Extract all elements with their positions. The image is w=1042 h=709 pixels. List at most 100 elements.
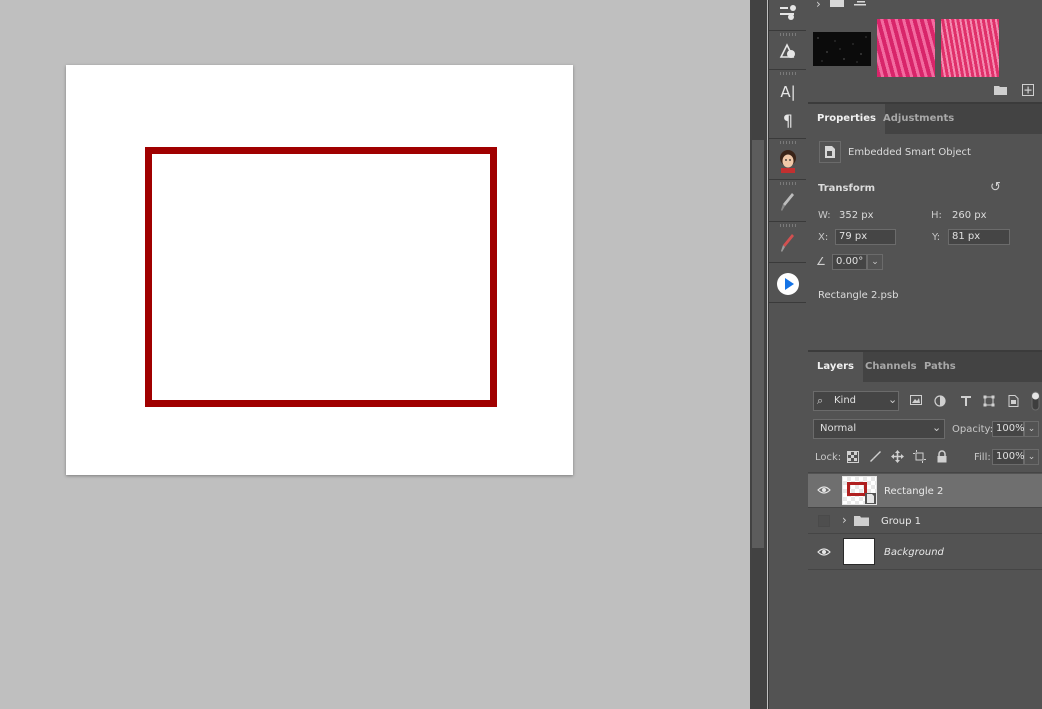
dock-divider xyxy=(769,138,806,139)
expand-group-chevron-icon[interactable]: › xyxy=(842,513,847,527)
fill-dropdown-button[interactable]: ⌄ xyxy=(1024,449,1039,465)
smart-object-badge-icon xyxy=(865,493,876,504)
eye-icon[interactable] xyxy=(816,546,832,560)
chevron-down-icon: ⌄ xyxy=(932,421,941,434)
new-group-icon[interactable] xyxy=(994,85,1007,95)
tab-layers[interactable]: Layers xyxy=(808,352,863,382)
rectangle-2-shape[interactable] xyxy=(145,147,497,407)
pattern-swatch-pink-2[interactable] xyxy=(941,19,999,77)
reset-transform-icon[interactable]: ↺ xyxy=(990,180,1001,195)
paragraph-panel-icon[interactable]: ¶ xyxy=(774,106,802,134)
layer-thumbnail-rectangle-2[interactable] xyxy=(842,476,877,505)
layers-tab-bar: Layers Channels Paths xyxy=(808,352,1042,382)
brush-preset-icon[interactable] xyxy=(774,188,802,216)
lock-position-icon[interactable] xyxy=(891,450,904,463)
angle-field[interactable]: 0.00° xyxy=(832,254,867,270)
tab-adjustments[interactable]: Adjustments xyxy=(874,104,963,134)
layer-filter-dropdown[interactable]: ⌕ Kind ⌄ xyxy=(813,391,899,411)
pattern-swatch-dark[interactable] xyxy=(813,32,871,66)
filter-toggle-switch[interactable] xyxy=(1031,391,1040,411)
opacity-dropdown-button[interactable]: ⌄ xyxy=(1024,421,1039,437)
angle-icon: ∠ xyxy=(816,255,826,268)
fill-label: Fill: xyxy=(974,452,991,463)
dock-divider xyxy=(769,221,806,222)
x-position-field[interactable]: 79 px xyxy=(835,229,896,245)
blend-mode-dropdown[interactable]: Normal ⌄ xyxy=(813,419,945,439)
new-pattern-icon[interactable] xyxy=(1022,84,1034,96)
dropdown-glyph: ⌄ xyxy=(1027,452,1036,462)
actions-play-icon[interactable] xyxy=(774,270,802,298)
layer-thumbnail-background[interactable] xyxy=(843,538,875,565)
dock-grip[interactable] xyxy=(780,224,796,227)
dropdown-glyph: ⌄ xyxy=(1027,424,1036,434)
reset-glyph: ↺ xyxy=(990,180,1001,195)
properties-tab-bar: Properties Adjustments xyxy=(808,104,1042,134)
height-label: H: xyxy=(931,210,942,221)
search-glyph: ⌕ xyxy=(817,394,824,407)
dock-divider xyxy=(769,69,806,70)
chevron-glyph: › xyxy=(842,513,847,527)
dock-divider xyxy=(769,302,806,303)
dropdown-glyph: ⌄ xyxy=(871,257,879,267)
width-value[interactable]: 352 px xyxy=(839,210,874,221)
y-position-field[interactable]: 81 px xyxy=(948,229,1010,245)
layer-name-group-1[interactable]: Group 1 xyxy=(881,516,921,527)
layer-divider xyxy=(808,472,1042,473)
filter-pixel-icon[interactable] xyxy=(910,395,922,405)
dock-grip[interactable] xyxy=(780,33,796,36)
lock-transparent-pixels-icon[interactable] xyxy=(847,451,859,463)
blend-mode-value: Normal xyxy=(820,423,857,434)
width-label: W: xyxy=(818,210,831,221)
character-panel-icon[interactable]: A| xyxy=(774,78,802,106)
pattern-swatch-pink-1[interactable] xyxy=(877,19,935,77)
chevron-glyph: › xyxy=(816,0,821,11)
chevron-right-icon[interactable]: › xyxy=(816,0,821,11)
layer-divider xyxy=(808,569,1042,570)
scrollbar-thumb[interactable] xyxy=(752,140,764,548)
filter-smart-object-icon[interactable] xyxy=(1008,395,1020,407)
search-icon: ⌕ xyxy=(817,394,823,408)
opacity-label: Opacity: xyxy=(952,424,994,435)
lock-label: Lock: xyxy=(815,452,842,463)
dock-grip[interactable] xyxy=(780,182,796,185)
avatar-icon[interactable] xyxy=(774,147,802,175)
layer-name-background[interactable]: Background xyxy=(884,547,944,558)
paragraph-glyph: ¶ xyxy=(782,110,794,130)
dock-divider xyxy=(769,179,806,180)
filter-type-icon[interactable] xyxy=(960,395,972,407)
height-value[interactable]: 260 px xyxy=(952,210,987,221)
object-type-label: Embedded Smart Object xyxy=(848,147,971,158)
brush-settings-icon[interactable] xyxy=(774,0,802,26)
lock-all-icon[interactable] xyxy=(936,450,948,463)
dropdown-glyph: ⌄ xyxy=(888,393,898,406)
angle-glyph: ∠ xyxy=(816,255,826,268)
tab-paths[interactable]: Paths xyxy=(915,352,965,382)
smart-object-icon xyxy=(819,141,841,163)
list-view-icon[interactable] xyxy=(854,0,868,7)
fill-field[interactable]: 100% xyxy=(992,449,1025,465)
dock-grip[interactable] xyxy=(780,141,796,144)
brush-tool-icon[interactable] xyxy=(774,229,802,257)
lock-artboard-icon[interactable] xyxy=(913,450,926,463)
lock-image-pixels-icon[interactable] xyxy=(869,450,882,463)
folder-icon xyxy=(854,515,869,526)
document-canvas[interactable] xyxy=(66,65,573,475)
eye-icon[interactable] xyxy=(816,484,832,498)
linked-file-name: Rectangle 2.psb xyxy=(818,290,899,301)
filter-adjustment-icon[interactable] xyxy=(934,395,946,407)
x-label: X: xyxy=(818,232,829,243)
angle-dropdown-button[interactable]: ⌄ xyxy=(867,254,883,270)
y-label: Y: xyxy=(932,232,941,243)
dock-divider xyxy=(769,30,806,31)
folder-icon[interactable] xyxy=(830,0,844,7)
filter-shape-icon[interactable] xyxy=(983,395,995,407)
chevron-down-icon: ⌄ xyxy=(888,393,897,406)
dropdown-glyph: ⌄ xyxy=(932,421,942,434)
layer-name-rectangle-2[interactable]: Rectangle 2 xyxy=(884,486,943,497)
clone-source-icon[interactable] xyxy=(774,37,802,65)
opacity-field[interactable]: 100% xyxy=(992,421,1025,437)
thumbnail-rectangle-shape xyxy=(847,482,867,496)
visibility-toggle-off[interactable] xyxy=(818,515,830,527)
dock-grip[interactable] xyxy=(780,72,796,75)
type-glyph: A| xyxy=(780,83,796,101)
